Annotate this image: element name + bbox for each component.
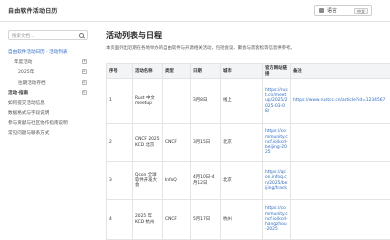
cell-no: 4: [106, 199, 133, 240]
column-header[interactable]: 日期: [190, 63, 221, 79]
cell-type: CNCF: [162, 199, 191, 240]
cell-name: Qcon 全球软件开发大会: [132, 161, 163, 200]
column-header[interactable]: 备注: [290, 63, 390, 79]
language-switcher[interactable]: 语言 中文: [314, 5, 372, 16]
sidebar-item-submit[interactable]: 如何提交活动信息: [8, 100, 45, 106]
column-header[interactable]: 活动名称: [132, 63, 163, 79]
table-row: 1 Rust 中文 meetup 3月8日 线上 https://rust.cn…: [106, 78, 390, 124]
cell-city: 北京: [220, 123, 263, 162]
cell-name: 2025 年 KCD 杭州: [132, 199, 163, 240]
language-icon: [319, 8, 324, 13]
cell-no: 2: [106, 123, 133, 162]
page-description: 本页面列出近期在各地举办的自由软件与开源相关活动，包括会议、聚会与黑客松等信息供…: [106, 46, 295, 51]
page-title: 活动列表与日程: [106, 31, 162, 40]
cell-city: 北京: [220, 161, 263, 200]
table-row: 3 Qcon 全球软件开发大会 InfoQ 4月10日-4月12日 北京 htt…: [106, 161, 390, 200]
cell-name: Rust 中文 meetup: [132, 78, 163, 124]
cell-date: 3月8日: [190, 78, 221, 124]
chevron-right-icon[interactable]: ▸: [82, 69, 87, 74]
cell-city: 杭州: [220, 199, 263, 240]
sidebar-item-annual[interactable]: 年度活动: [14, 59, 32, 65]
sidebar-item-contribute[interactable]: 参与贡献与社区协作指南说明: [8, 120, 68, 126]
cell-url-link[interactable]: https://community.cncf.io/kcd-beijing-20…: [262, 123, 291, 162]
column-header[interactable]: 官方网站链接: [262, 63, 291, 79]
sidebar-item-format[interactable]: 数据格式与字段说明: [8, 110, 49, 116]
cell-date: 4月10日-4月12日: [190, 161, 221, 200]
column-header[interactable]: 序号: [106, 63, 133, 79]
cell-type: [162, 78, 191, 124]
table-row: 4 2025 年 KCD 杭州 CNCF 5月17日 杭州 https://co…: [106, 199, 390, 240]
cell-url-link[interactable]: https://rust.cn/meetup/2025/2025-03-08/: [262, 78, 291, 124]
cell-url-link[interactable]: https://qcon.infoq.cn/2025/beijing/track: [262, 161, 291, 200]
column-header[interactable]: 城市: [220, 63, 263, 79]
cell-note: [290, 199, 390, 240]
sidebar-item-archive[interactable]: 往期活动存档: [18, 80, 46, 86]
cell-no: 3: [106, 161, 133, 200]
sidebar: 搜索文档… 自由软件活动日历 · 活动列表 年度活动 ▾ 2025年 ▸ 往期活…: [0, 22, 96, 240]
cell-city: 线上: [220, 78, 263, 124]
cell-note: [290, 123, 390, 162]
sidebar-item-guide[interactable]: 活动·指南: [8, 90, 28, 96]
cell-type: InfoQ: [162, 161, 191, 200]
sidebar-item-faq[interactable]: 常见问题与联系方式: [8, 130, 49, 136]
table-row: 2 CNCF 2025 KCD 北京 CNCF 3月15日 北京 https:/…: [106, 123, 390, 162]
cell-note: [290, 161, 390, 200]
search-placeholder: 搜索文档…: [12, 33, 35, 39]
cell-type: CNCF: [162, 123, 191, 162]
chevron-right-icon[interactable]: ▸: [82, 90, 87, 95]
cell-date: 5月17日: [190, 199, 221, 240]
site-title[interactable]: 自由软件活动日历: [8, 6, 58, 15]
cell-date: 3月15日: [190, 123, 221, 162]
cell-url-link[interactable]: https://community.cncf.io/kcd-hangzhou-2…: [262, 199, 291, 240]
table-header-row: 序号 活动名称 类型 日期 城市 官方网站链接 备注: [106, 63, 390, 79]
events-table: 序号 活动名称 类型 日期 城市 官方网站链接 备注 1 Rust 中文 mee…: [106, 63, 390, 240]
language-select[interactable]: 中文: [354, 7, 368, 14]
cell-name: CNCF 2025 KCD 北京: [132, 123, 163, 162]
chevron-down-icon[interactable]: ▾: [82, 59, 87, 64]
cell-note-link[interactable]: https://www.rustcc.cn/article?id=1234567: [290, 78, 390, 124]
search-icon[interactable]: [79, 33, 84, 38]
column-header[interactable]: 类型: [162, 63, 191, 79]
sidebar-item-event-list[interactable]: 自由软件活动日历 · 活动列表: [8, 49, 68, 55]
cell-no: 1: [106, 78, 133, 124]
language-label: 语言: [327, 8, 338, 14]
search-input[interactable]: 搜索文档…: [8, 30, 88, 40]
chevron-right-icon[interactable]: ▸: [82, 80, 87, 85]
sidebar-item-2025[interactable]: 2025年: [18, 69, 34, 75]
top-header: 自由软件活动日历 语言 中文: [0, 0, 390, 22]
